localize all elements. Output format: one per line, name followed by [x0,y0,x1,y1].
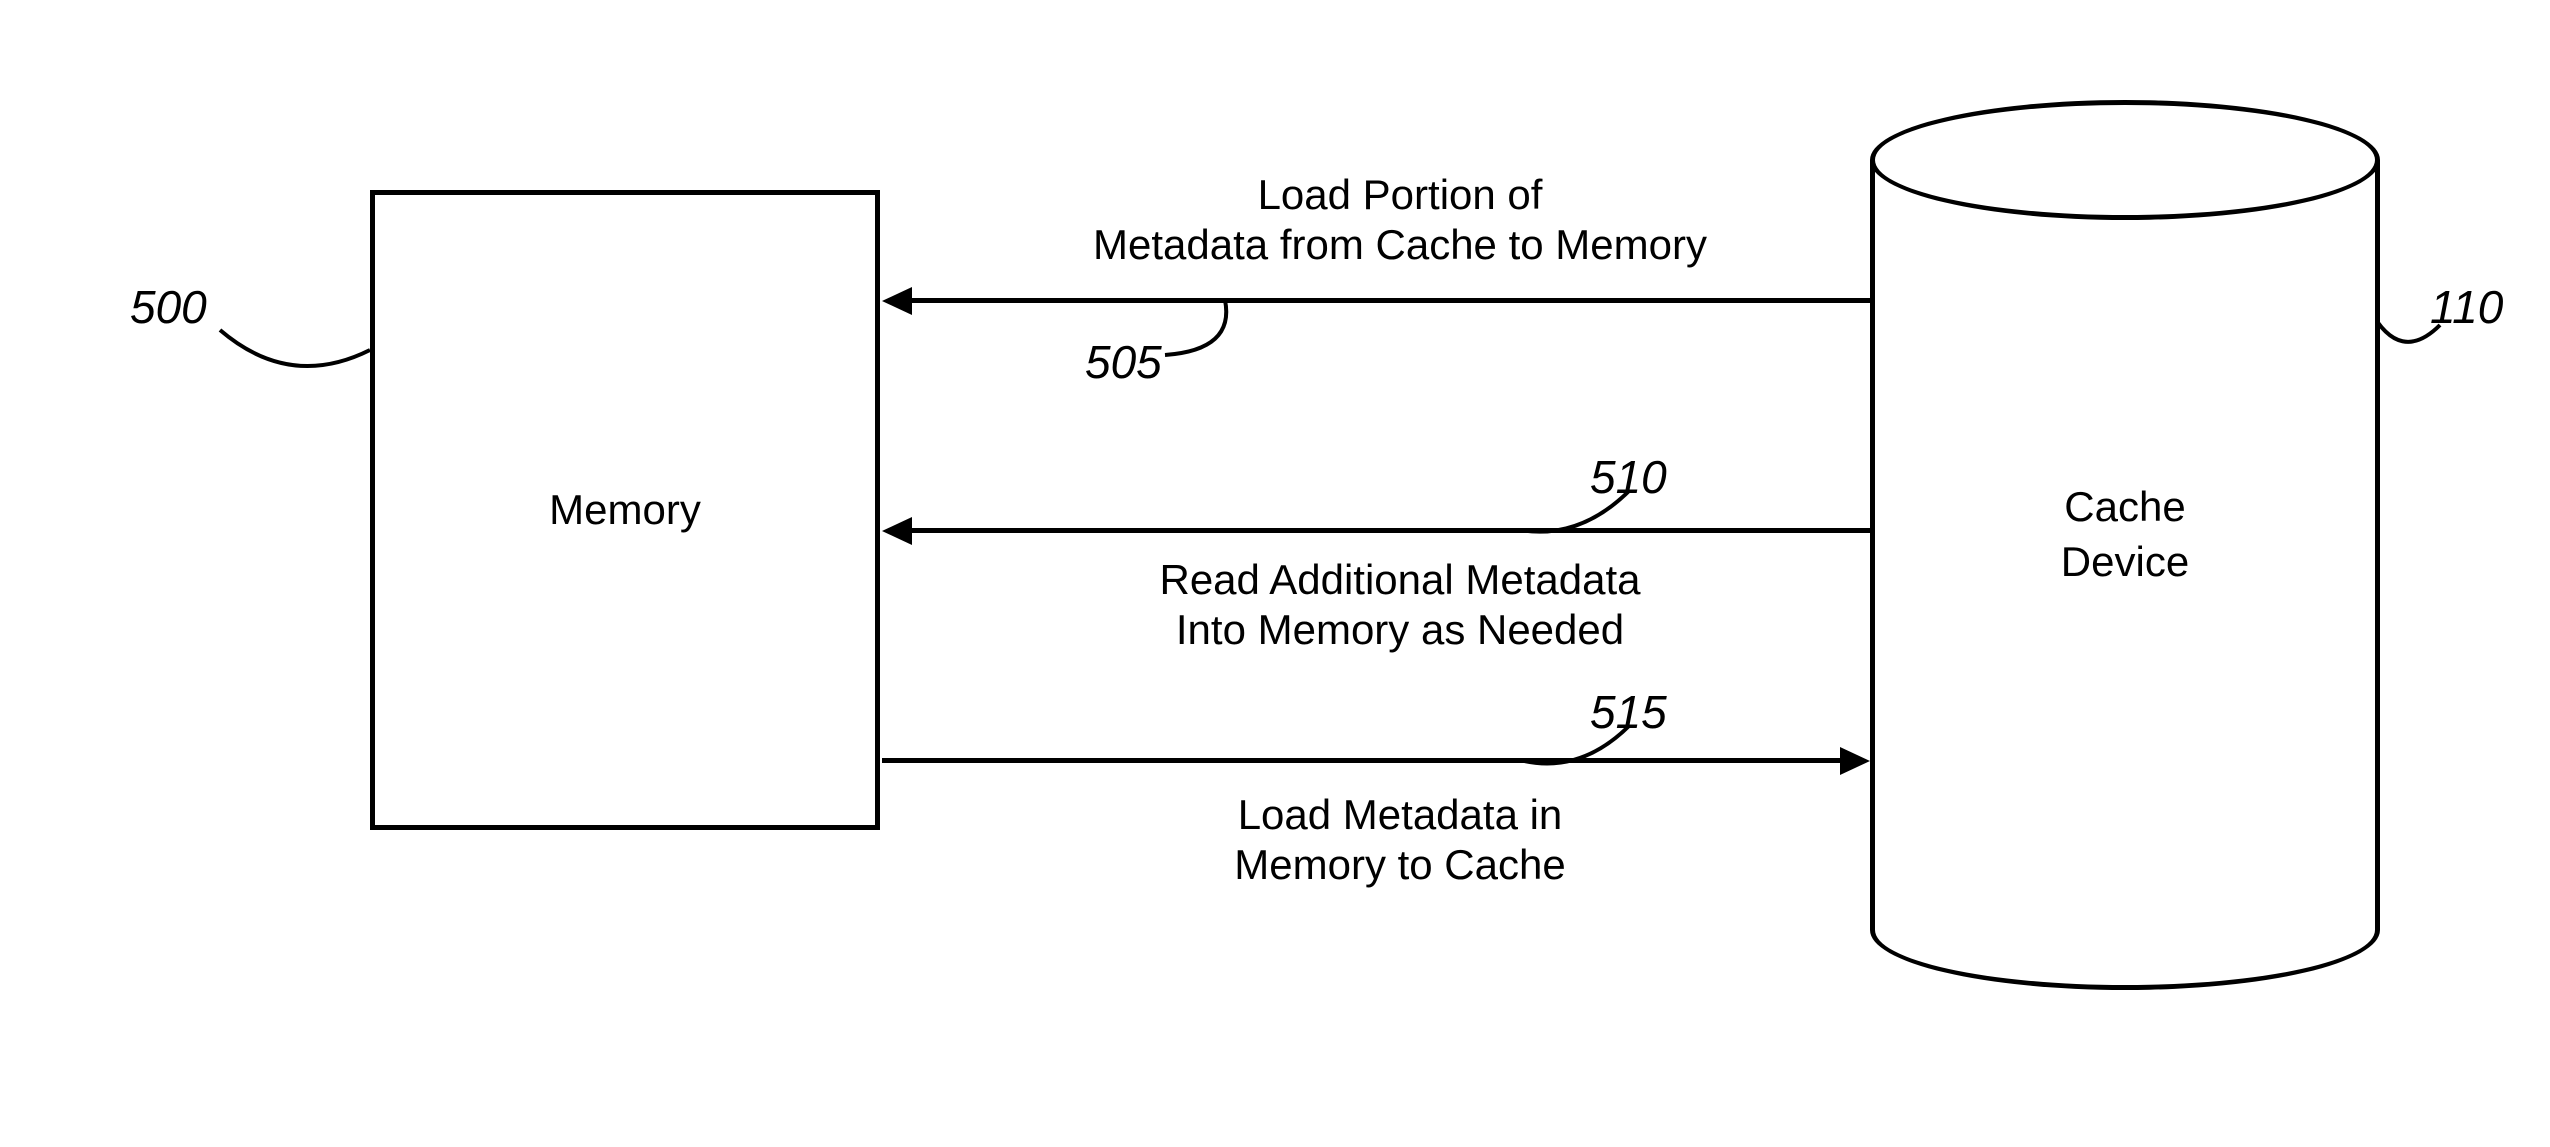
cylinder-top [1870,100,2380,220]
cache-ref-leader [2370,255,2510,385]
arrow-510-text-line1: Read Additional Metadata [1159,556,1640,603]
arrow-515-text-line1: Load Metadata in [1238,791,1563,838]
arrow-505-line [910,298,1870,303]
arrow-505-text-line2: Metadata from Cache to Memory [1093,221,1707,268]
cylinder-bottom-mask [1875,870,2375,930]
arrow-515-text: Load Metadata in Memory to Cache [950,790,1850,891]
arrow-515-head [1840,747,1870,775]
arrow-515-text-line2: Memory to Cache [1234,841,1565,888]
memory-ref-leader [220,290,380,410]
arrow-505-ref: 505 [1085,335,1162,389]
cache-device-node: Cache Device [1870,100,2380,930]
arrow-515-ref-leader [1520,725,1640,785]
arrow-510-text: Read Additional Metadata Into Memory as … [950,555,1850,656]
cache-label: Cache Device [1870,480,2380,589]
memory-ref-number: 500 [130,280,207,334]
arrow-510-text-line2: Into Memory as Needed [1176,606,1624,653]
diagram-canvas: Memory 500 Cache Device 110 Load Portion… [0,0,2550,1147]
memory-node: Memory [370,190,880,830]
arrow-505-text: Load Portion of Metadata from Cache to M… [950,170,1850,271]
arrow-510-ref-leader [1520,490,1640,550]
cache-label-line1: Cache [2064,483,2185,530]
arrow-510-line [910,528,1870,533]
arrow-515-line [882,758,1842,763]
cache-label-line2: Device [2061,538,2189,585]
arrow-505-ref-leader [1165,300,1255,380]
arrow-505-head [882,287,912,315]
arrow-505-text-line1: Load Portion of [1258,171,1543,218]
arrow-510-head [882,517,912,545]
memory-label: Memory [549,486,701,534]
